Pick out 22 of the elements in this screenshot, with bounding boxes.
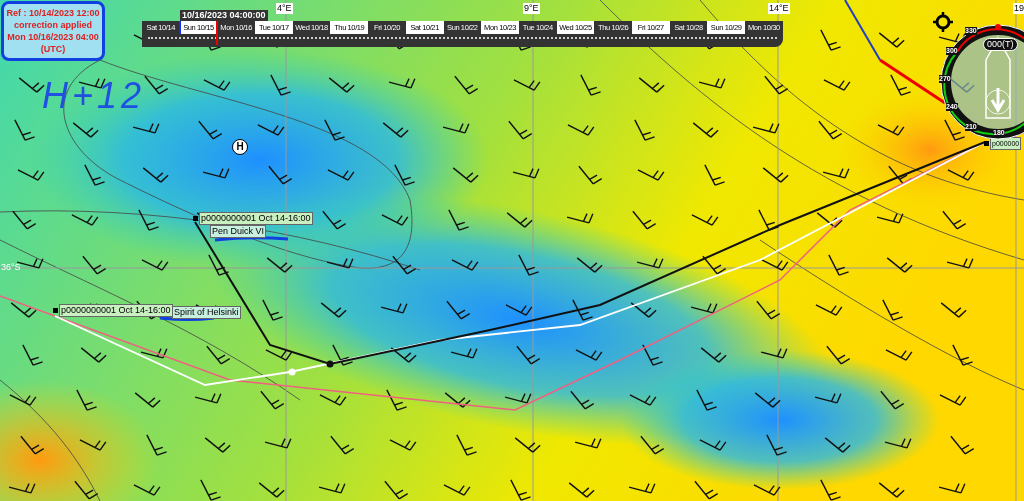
- latitude-label: 36°S: [1, 262, 21, 273]
- crosshair-icon[interactable]: [933, 12, 953, 32]
- reference-text: Mon 10/16/2023 04:00: [7, 31, 99, 43]
- reference-text: Ref : 10/14/2023 12:00: [6, 7, 100, 19]
- current-time-marker[interactable]: [216, 21, 218, 45]
- boat-name-label[interactable]: Pen Duick VI: [210, 225, 267, 238]
- handwritten-annotation: H+12: [42, 78, 146, 114]
- reference-text: (UTC): [40, 43, 66, 55]
- longitude-label: 9°E: [523, 3, 540, 14]
- longitude-label: 4°E: [276, 3, 293, 14]
- date-time-label: 10/16/2023 04:00:00: [180, 10, 268, 21]
- longitude-label: 19: [1013, 3, 1024, 14]
- boat-name-label[interactable]: Spirit of Helsinki: [172, 306, 241, 319]
- boat-position-icon[interactable]: [193, 216, 198, 221]
- reference-text: correction applied: [14, 19, 92, 31]
- boat-position-icon[interactable]: [984, 141, 989, 146]
- boat-position-label[interactable]: p0000000001 Oct 14-16:00: [59, 304, 173, 317]
- compass-heading-label: 000(T): [983, 38, 1018, 51]
- boat-position-label[interactable]: p0000000001 Oct 14-16:00: [199, 212, 313, 225]
- start-marker[interactable]: [179, 21, 181, 34]
- boat-position-icon[interactable]: [53, 308, 58, 313]
- longitude-label: 14°E: [768, 3, 790, 14]
